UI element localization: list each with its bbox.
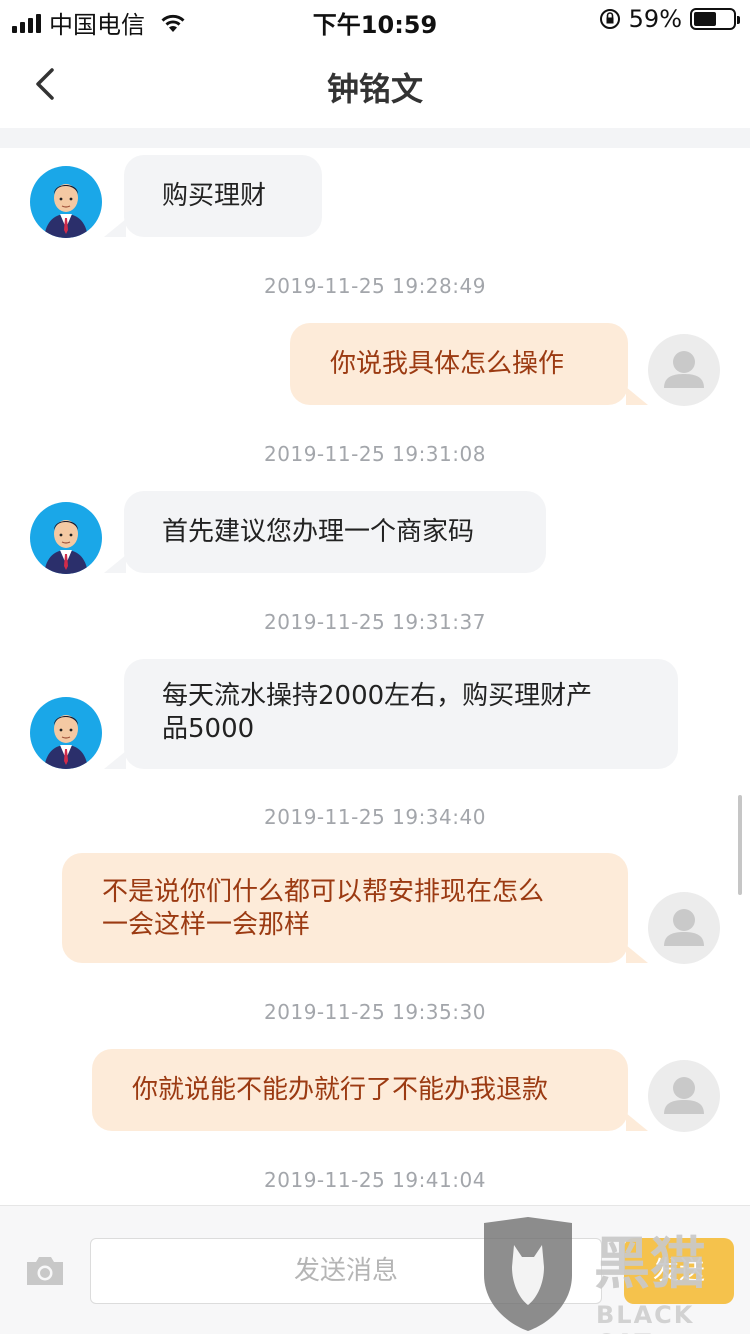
user-avatar[interactable] [648, 1060, 720, 1132]
message-timestamp: 2019-11-25 19:34:40 [264, 805, 486, 829]
message-line: 品5000 [162, 714, 255, 744]
agent-avatar[interactable] [30, 697, 102, 769]
message-line: 不是说你们什么都可以帮安排现在怎么 [102, 877, 545, 907]
watermark-cn: 黑猫 [594, 1232, 706, 1297]
message-timestamp: 2019-11-25 19:35:30 [264, 1000, 486, 1024]
black-cat-watermark: 黑猫 BLACK CAT [478, 1215, 750, 1334]
header-divider [0, 128, 750, 148]
page-title: 钟铭文 [326, 70, 423, 108]
battery-icon [690, 8, 740, 30]
user-avatar-icon [664, 351, 704, 388]
user-avatar-icon [664, 909, 704, 946]
message-timestamp: 2019-11-25 19:31:08 [264, 442, 486, 466]
message-bubble: 购买理财 [124, 155, 322, 237]
navigation-bar: 钟铭文 [0, 40, 750, 128]
status-right: 59% [599, 5, 740, 33]
message-bubble: 首先建议您办理一个商家码 [124, 491, 546, 573]
watermark-en: BLACK CAT [596, 1301, 695, 1334]
status-bar: 中国电信 下午10:59 59% [0, 0, 750, 40]
camera-icon[interactable] [24, 1254, 66, 1288]
message-line: 一会这样一会那样 [102, 910, 311, 940]
message-bubble: 不是说你们什么都可以帮安排现在怎么 一会这样一会那样 [62, 853, 628, 963]
message-timestamp: 2019-11-25 19:28:49 [264, 274, 486, 298]
message-bubble: 每天流水操持2000左右，购买理财产 品5000 [124, 659, 678, 769]
agent-avatar-icon [44, 184, 88, 238]
user-avatar-icon [664, 1077, 704, 1114]
user-avatar[interactable] [648, 334, 720, 406]
message-timestamp: 2019-11-25 19:31:37 [264, 610, 486, 634]
orientation-lock-icon [599, 9, 620, 29]
message-line: 每天流水操持2000左右，购买理财产 [162, 681, 593, 711]
user-avatar[interactable] [648, 892, 720, 964]
cat-shield-logo [484, 1217, 572, 1331]
scrollbar[interactable] [738, 795, 742, 895]
message-bubble: 你说我具体怎么操作 [290, 323, 628, 405]
agent-avatar-icon [44, 520, 88, 574]
agent-avatar[interactable] [30, 166, 102, 238]
message-timestamp: 2019-11-25 19:41:04 [264, 1168, 486, 1192]
agent-avatar-icon [44, 715, 88, 769]
battery-fill [694, 12, 716, 26]
battery-percent: 59% [628, 5, 682, 33]
agent-avatar[interactable] [30, 502, 102, 574]
message-bubble: 你就说能不能办就行了不能办我退款 [92, 1049, 628, 1131]
